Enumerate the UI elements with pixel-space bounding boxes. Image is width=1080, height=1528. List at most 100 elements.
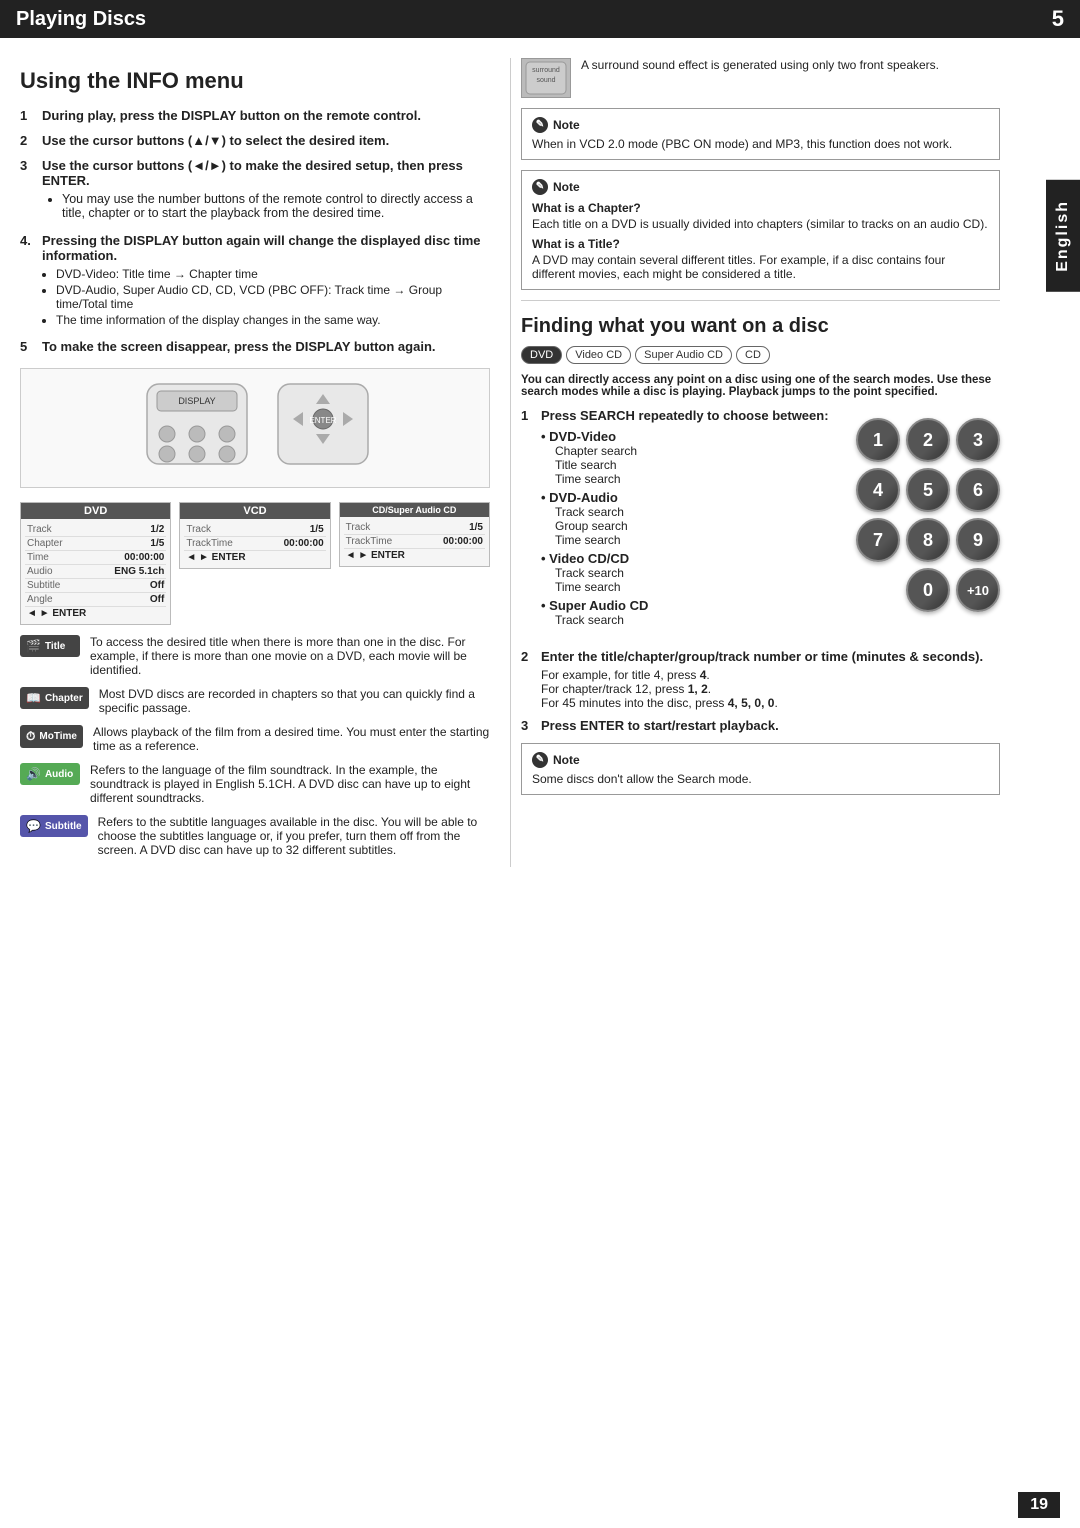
dvd-video-label: • DVD-Video (541, 429, 616, 444)
title-item-text: To access the desired title when there i… (90, 635, 490, 677)
subtitle-item-text: Refers to the subtitle languages availab… (98, 815, 490, 857)
left-column: Using the INFO menu 1 During play, press… (20, 58, 510, 867)
numpad-btn-9[interactable]: 9 (956, 518, 1000, 562)
what-is-title-text: A DVD may contain several different titl… (532, 253, 989, 281)
dvd-screen-body: Track1/2 Chapter1/5 Time00:00:00 AudioEN… (21, 519, 170, 624)
step-4-text: Pressing the DISPLAY button again will c… (42, 233, 481, 263)
search-step-3-num: 3 (521, 718, 535, 733)
right-column: surround sound A surround sound effect i… (510, 58, 1000, 867)
step-4-num: 4. (20, 233, 36, 329)
display-diagram: DISPLAY ENTER (20, 368, 490, 488)
remote-right-svg: ENTER (273, 379, 373, 469)
what-is-title-title: What is a Title? (532, 237, 989, 251)
note-1-text: When in VCD 2.0 mode (PBC ON mode) and M… (532, 137, 989, 151)
numpad-btn-6[interactable]: 6 (956, 468, 1000, 512)
step-5: 5 To make the screen disappear, press th… (20, 339, 490, 354)
dvd-video-option: • DVD-Video Chapter search Title search … (541, 429, 846, 486)
audio-badge: 🔊 Audio (20, 763, 80, 785)
audio-item-text: Refers to the language of the film sound… (90, 763, 490, 805)
step-3-text: Use the cursor buttons (◄/►) to make the… (42, 158, 463, 188)
numpad-btn-2[interactable]: 2 (906, 418, 950, 462)
vcd-screen-body: Track1/5 TrackTime00:00:00 ◄ ► ENTER (180, 519, 329, 568)
super-audio-item-1: Track search (555, 613, 846, 627)
cd-row-2: TrackTime00:00:00 (344, 535, 485, 549)
step-3: 3 Use the cursor buttons (◄/►) to make t… (20, 158, 490, 223)
svg-text:surround: surround (532, 67, 560, 74)
search-step-2-sub-2: For chapter/track 12, press 1, 2. (541, 682, 1000, 696)
cd-row-3: ◄ ► ENTER (344, 549, 485, 562)
note-2-label: Note (553, 180, 580, 194)
numpad-btn-5[interactable]: 5 (906, 468, 950, 512)
note-3-icon: ✎ (532, 752, 548, 768)
disc-tag-superaudio: Super Audio CD (635, 346, 732, 364)
step-3-num: 3 (20, 158, 36, 223)
vcd-screen: VCD Track1/5 TrackTime00:00:00 ◄ ► ENTER (179, 502, 330, 569)
search-step-2-sub-1: For example, for title 4, press 4. (541, 668, 1000, 682)
step-2-text: Use the cursor buttons (▲/▼) to select t… (42, 133, 389, 148)
search-step-1-content: Press SEARCH repeatedly to choose betwee… (541, 408, 846, 631)
step-5-text: To make the screen disappear, press the … (42, 339, 436, 354)
step-2: 2 Use the cursor buttons (▲/▼) to select… (20, 133, 490, 148)
videocd-items: Track search Time search (555, 566, 846, 594)
search-step-2-sub-3: For 45 minutes into the disc, press 4, 5… (541, 696, 1000, 710)
numpad-btn-1[interactable]: 1 (856, 418, 900, 462)
chapter-badge-label: Chapter (45, 693, 83, 704)
search-step-3: 3 Press ENTER to start/restart playback. (521, 718, 1000, 733)
numpad-btn-3[interactable]: 3 (956, 418, 1000, 462)
step-5-content: To make the screen disappear, press the … (42, 339, 490, 354)
disc-tags: DVD Video CD Super Audio CD CD (521, 346, 1000, 364)
dvd-row-5: SubtitleOff (25, 579, 166, 593)
step-2-num: 2 (20, 133, 36, 148)
numpad-area: 1 2 3 4 5 6 7 8 9 0 +10 (856, 408, 1000, 639)
chapter-badge: 📖 Chapter (20, 687, 89, 709)
note-3-label: Note (553, 753, 580, 767)
videocd-label: • Video CD/CD (541, 551, 629, 566)
cd-screen-header: CD/Super Audio CD (340, 503, 489, 517)
dvd-video-item-2: Title search (555, 458, 846, 472)
screens-row: DVD Track1/2 Chapter1/5 Time00:00:00 Aud… (20, 502, 490, 625)
note-2-icon: ✎ (532, 179, 548, 195)
step-4-bullet-1: DVD-Video: Title time → Chapter time (56, 267, 490, 281)
page-title: Playing Discs (16, 8, 146, 31)
numpad-btn-7[interactable]: 7 (856, 518, 900, 562)
audio-icon: 🔊 (26, 767, 41, 781)
step-4: 4. Pressing the DISPLAY button again wil… (20, 233, 490, 329)
subtitle-icon: 💬 (26, 819, 41, 833)
vcd-row-3: ◄ ► ENTER (184, 551, 325, 564)
title-icon-item: 🎬 Title To access the desired title when… (20, 635, 490, 677)
numpad-btn-4[interactable]: 4 (856, 468, 900, 512)
motime-icon-item: ⏱ MoTime Allows playback of the film fro… (20, 725, 490, 753)
vcd-row-2: TrackTime00:00:00 (184, 537, 325, 551)
numpad-btn-0[interactable]: 0 (906, 568, 950, 612)
divider-1 (521, 300, 1000, 301)
search-options-list: • DVD-Video Chapter search Title search … (541, 429, 846, 627)
search-steps-area: 1 Press SEARCH repeatedly to choose betw… (521, 408, 846, 639)
super-audio-option: • Super Audio CD Track search (541, 598, 846, 627)
videocd-item-1: Track search (555, 566, 846, 580)
search-step-2-num: 2 (521, 649, 535, 710)
search-step-3-content: Press ENTER to start/restart playback. (541, 718, 1000, 733)
surround-svg: surround sound (524, 60, 568, 96)
numpad-btn-8[interactable]: 8 (906, 518, 950, 562)
motime-badge: ⏱ MoTime (20, 725, 83, 748)
note-3-text: Some discs don't allow the Search mode. (532, 772, 989, 786)
svg-text:DISPLAY: DISPLAY (178, 396, 215, 406)
page-footer: 19 (1018, 1492, 1060, 1518)
vcd-screen-header: VCD (180, 503, 329, 519)
dvd-screen: DVD Track1/2 Chapter1/5 Time00:00:00 Aud… (20, 502, 171, 625)
note-1-icon: ✎ (532, 117, 548, 133)
search-step-2: 2 Enter the title/chapter/group/track nu… (521, 649, 1000, 710)
what-is-chapter-text: Each title on a DVD is usually divided i… (532, 217, 989, 231)
search-step-1: 1 Press SEARCH repeatedly to choose betw… (521, 408, 846, 631)
dvd-screen-header: DVD (21, 503, 170, 519)
step-1: 1 During play, press the DISPLAY button … (20, 108, 490, 123)
search-step-3-text: Press ENTER to start/restart playback. (541, 718, 779, 733)
surround-text: A surround sound effect is generated usi… (581, 58, 939, 72)
search-area: 1 Press SEARCH repeatedly to choose betw… (521, 408, 1000, 639)
cd-screen-body: Track1/5 TrackTime00:00:00 ◄ ► ENTER (340, 517, 489, 566)
disc-tag-cd: CD (736, 346, 770, 364)
numpad-btn-10[interactable]: +10 (956, 568, 1000, 612)
dvd-video-item-1: Chapter search (555, 444, 846, 458)
step-5-num: 5 (20, 339, 36, 354)
dvd-audio-item-2: Group search (555, 519, 846, 533)
